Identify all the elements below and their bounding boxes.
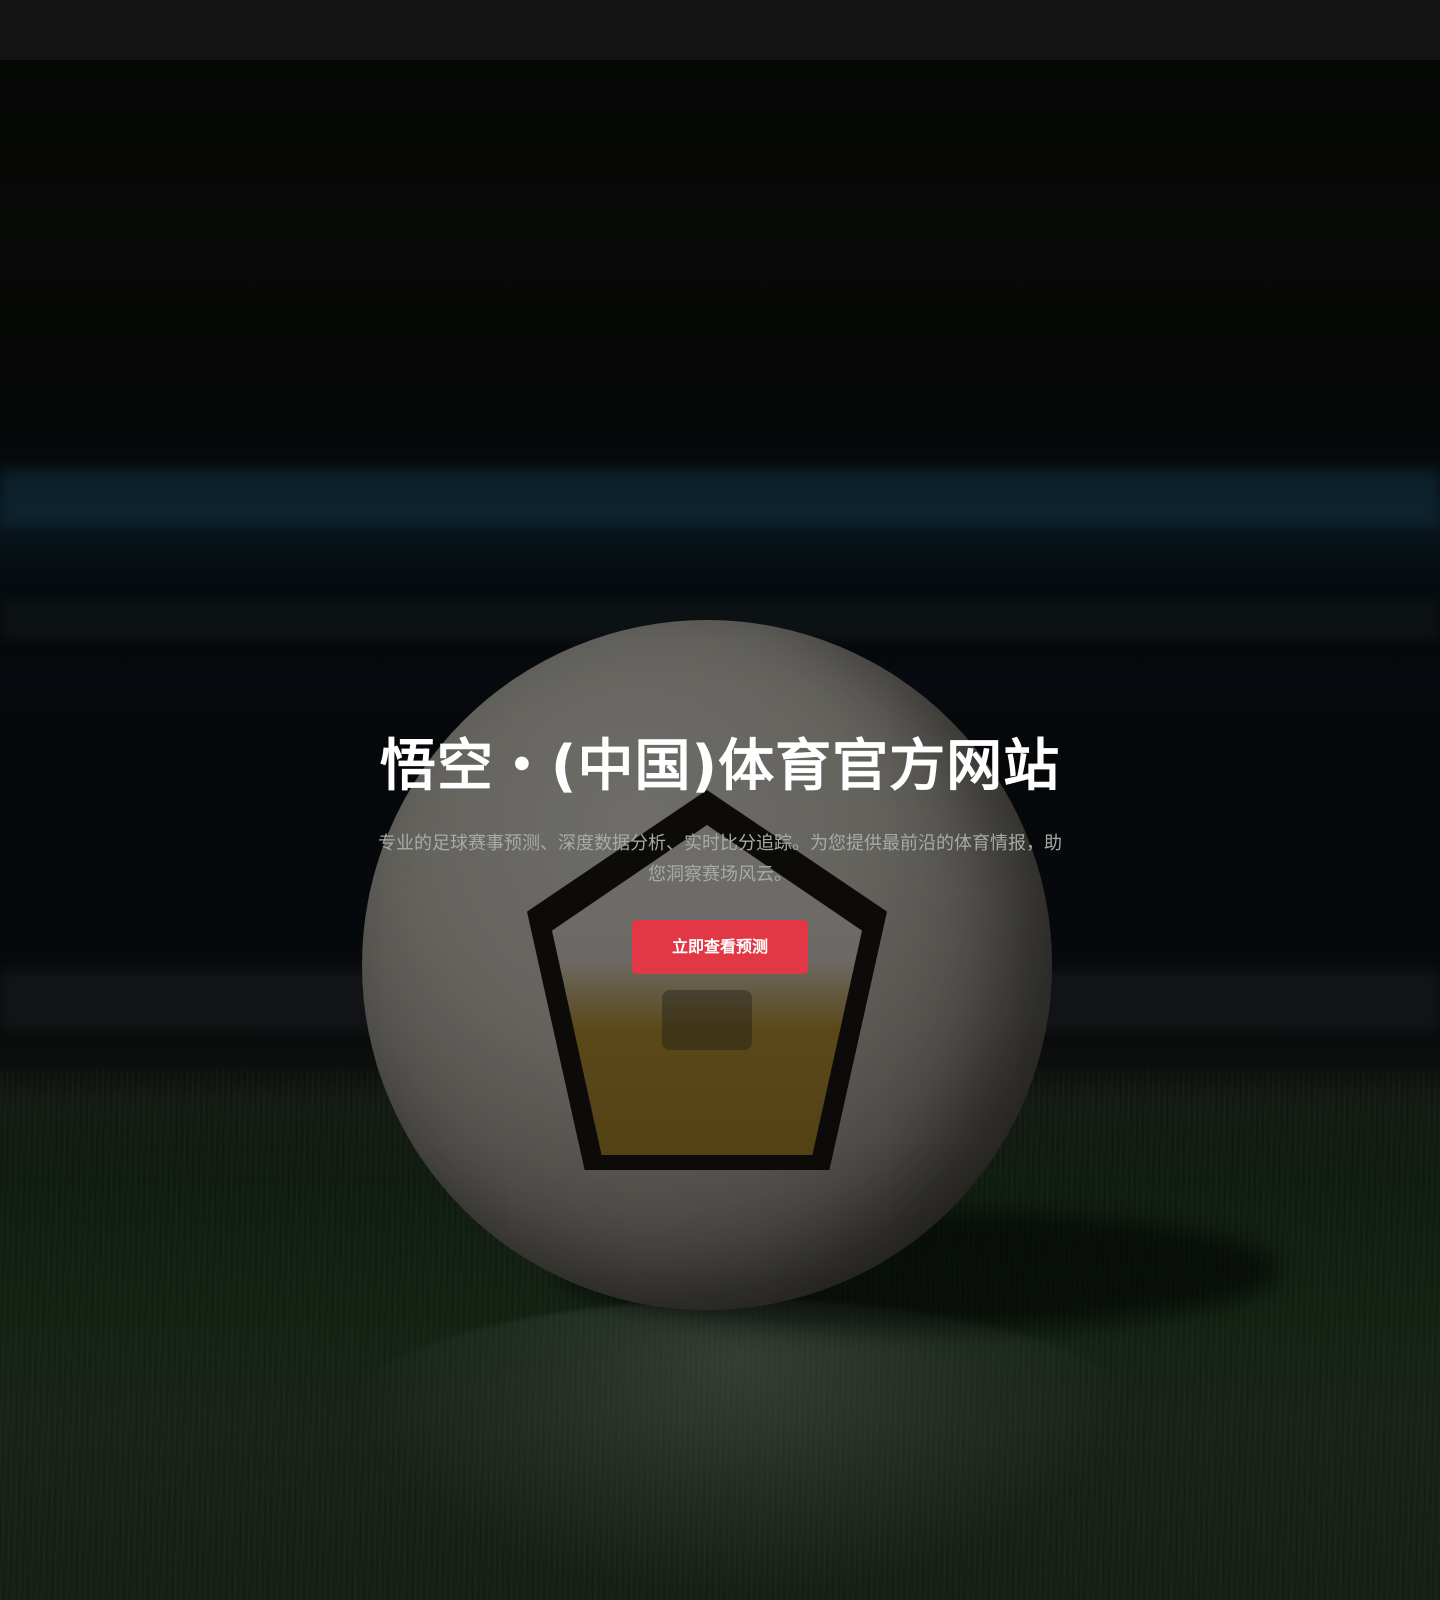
- top-navigation-bar: [0, 0, 1440, 60]
- hero-title: 悟空・(中国)体育官方网站: [379, 734, 1061, 799]
- hero-content: 悟空・(中国)体育官方网站 专业的足球赛事预测、深度数据分析、实时比分追踪。为您…: [0, 730, 1440, 974]
- view-predictions-button[interactable]: 立即查看预测: [632, 920, 808, 974]
- hero-section: 悟空・(中国)体育官方网站 专业的足球赛事预测、深度数据分析、实时比分追踪。为您…: [0, 60, 1440, 1600]
- hero-subtitle: 专业的足球赛事预测、深度数据分析、实时比分追踪。为您提供最前沿的体育情报，助您洞…: [378, 833, 1062, 885]
